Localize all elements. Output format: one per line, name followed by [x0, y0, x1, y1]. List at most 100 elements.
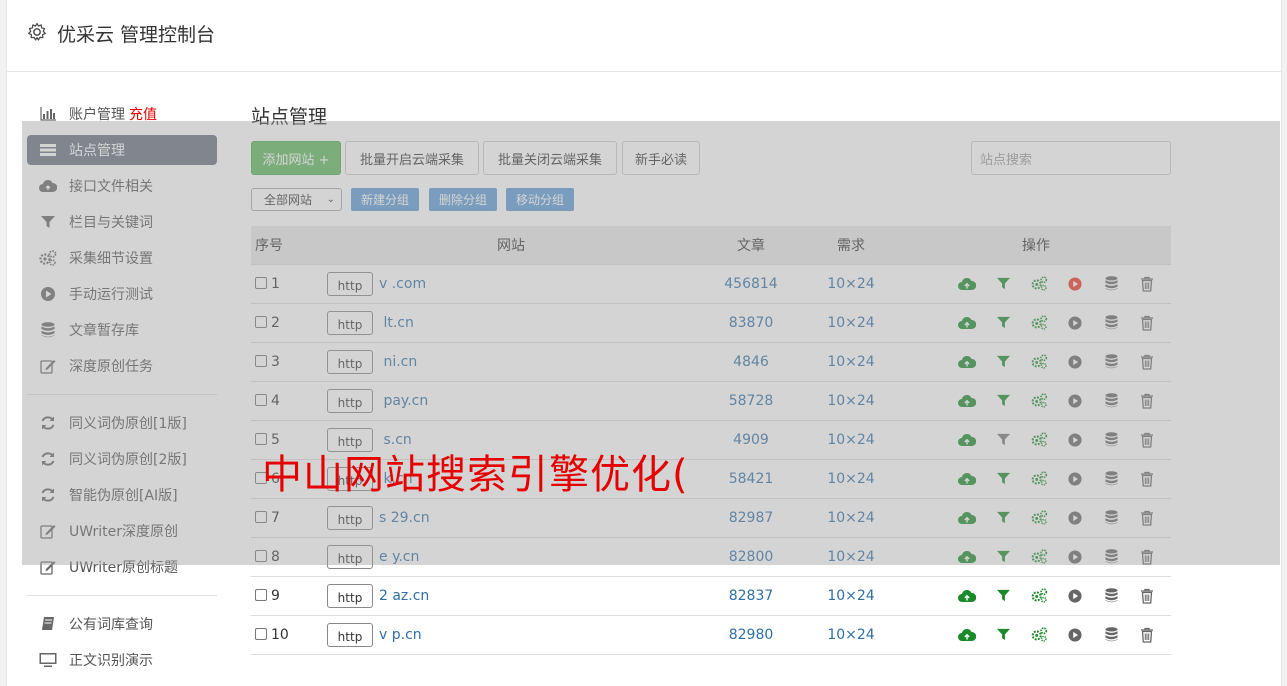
cloud-upload-icon[interactable] — [949, 472, 985, 486]
cloud-upload-icon[interactable] — [949, 550, 985, 564]
row-checkbox[interactable] — [255, 393, 267, 406]
database-icon[interactable] — [1093, 315, 1129, 330]
sidebar-item-columns-keywords[interactable]: 栏目与关键词 — [27, 204, 217, 240]
site-link[interactable]: s 29.cn — [379, 510, 430, 526]
filter-icon[interactable] — [985, 550, 1021, 563]
filter-icon[interactable] — [985, 394, 1021, 407]
trash-icon[interactable] — [1129, 315, 1165, 331]
cloud-upload-icon[interactable] — [949, 589, 985, 603]
article-count[interactable]: 82987 — [701, 498, 801, 538]
database-icon[interactable] — [1093, 510, 1129, 525]
database-icon[interactable] — [1093, 393, 1129, 408]
protocol-badge[interactable]: http — [327, 544, 373, 569]
need-value[interactable]: 10×24 — [801, 342, 901, 382]
sidebar-item-uwriter-title[interactable]: UWriter原创标题 — [27, 549, 217, 585]
protocol-badge[interactable]: http — [327, 310, 373, 335]
need-value[interactable]: 10×24 — [801, 615, 901, 655]
filter-icon[interactable] — [985, 316, 1021, 329]
trash-icon[interactable] — [1129, 393, 1165, 409]
site-search-input[interactable]: 站点搜索 — [971, 141, 1171, 175]
article-count[interactable]: 82837 — [701, 576, 801, 616]
cogs-icon[interactable] — [1021, 471, 1057, 486]
article-count[interactable]: 58421 — [701, 459, 801, 499]
cogs-icon[interactable] — [1021, 549, 1057, 564]
database-icon[interactable] — [1093, 354, 1129, 369]
filter-icon[interactable] — [985, 511, 1021, 524]
trash-icon[interactable] — [1129, 354, 1165, 370]
row-checkbox[interactable] — [255, 510, 267, 523]
cloud-upload-icon[interactable] — [949, 511, 985, 525]
protocol-badge[interactable]: http — [327, 349, 373, 374]
play-icon[interactable] — [1057, 276, 1093, 291]
sidebar-item-account[interactable]: 账户管理 充值 — [27, 96, 217, 132]
sidebar-item-manual-run[interactable]: 手动运行测试 — [27, 276, 217, 312]
need-value[interactable]: 10×24 — [801, 459, 901, 499]
filter-icon[interactable] — [985, 589, 1021, 602]
database-icon[interactable] — [1093, 588, 1129, 603]
article-count[interactable]: 82800 — [701, 537, 801, 577]
need-value[interactable]: 10×24 — [801, 537, 901, 577]
trash-icon[interactable] — [1129, 432, 1165, 448]
trash-icon[interactable] — [1129, 510, 1165, 526]
cloud-upload-icon[interactable] — [949, 316, 985, 330]
article-count[interactable]: 82980 — [701, 615, 801, 655]
cloud-upload-icon[interactable] — [949, 277, 985, 291]
cogs-icon[interactable] — [1021, 432, 1057, 447]
article-count[interactable]: 4846 — [701, 342, 801, 382]
filter-icon[interactable] — [985, 277, 1021, 290]
move-group-button[interactable]: 移动分组 — [506, 188, 574, 211]
trash-icon[interactable] — [1129, 471, 1165, 487]
trash-icon[interactable] — [1129, 588, 1165, 604]
cogs-icon[interactable] — [1021, 393, 1057, 408]
protocol-badge[interactable]: http — [327, 388, 373, 413]
site-link[interactable]: pay.cn — [379, 393, 428, 409]
site-link[interactable]: 2 az.cn — [379, 588, 429, 604]
cogs-icon[interactable] — [1021, 315, 1057, 330]
site-link[interactable]: v .com — [379, 276, 426, 292]
batch-open-cloud-button[interactable]: 批量开启云端采集 — [345, 141, 479, 175]
protocol-badge[interactable]: http — [327, 271, 373, 296]
play-icon[interactable] — [1057, 471, 1093, 486]
newbie-guide-button[interactable]: 新手必读 — [622, 141, 700, 175]
site-link[interactable]: ni.cn — [379, 354, 417, 370]
play-icon[interactable] — [1057, 510, 1093, 525]
filter-icon[interactable] — [985, 355, 1021, 368]
play-icon[interactable] — [1057, 315, 1093, 330]
row-checkbox[interactable] — [255, 588, 267, 601]
database-icon[interactable] — [1093, 627, 1129, 642]
filter-icon[interactable] — [985, 472, 1021, 485]
article-count[interactable]: 58728 — [701, 381, 801, 421]
sidebar-item-ai-original[interactable]: 智能伪原创[AI版] — [27, 477, 217, 513]
recharge-link[interactable]: 充值 — [129, 104, 157, 124]
protocol-badge[interactable]: http — [327, 505, 373, 530]
cogs-icon[interactable] — [1021, 588, 1057, 603]
cloud-upload-icon[interactable] — [949, 355, 985, 369]
play-icon[interactable] — [1057, 393, 1093, 408]
article-count[interactable]: 83870 — [701, 303, 801, 343]
play-icon[interactable] — [1057, 588, 1093, 603]
sidebar-item-collect-settings[interactable]: 采集细节设置 — [27, 240, 217, 276]
filter-icon[interactable] — [985, 628, 1021, 641]
trash-icon[interactable] — [1129, 276, 1165, 292]
play-icon[interactable] — [1057, 549, 1093, 564]
filter-icon[interactable] — [985, 433, 1021, 446]
protocol-badge[interactable]: http — [327, 622, 373, 647]
delete-group-button[interactable]: 删除分组 — [429, 188, 497, 211]
cogs-icon[interactable] — [1021, 354, 1057, 369]
need-value[interactable]: 10×24 — [801, 420, 901, 460]
need-value[interactable]: 10×24 — [801, 498, 901, 538]
sidebar-item-article-storage[interactable]: 文章暂存库 — [27, 312, 217, 348]
need-value[interactable]: 10×24 — [801, 576, 901, 616]
row-checkbox[interactable] — [255, 549, 267, 562]
article-count[interactable]: 4909 — [701, 420, 801, 460]
sidebar-item-site-management[interactable]: 站点管理 — [27, 135, 217, 165]
database-icon[interactable] — [1093, 471, 1129, 486]
batch-close-cloud-button[interactable]: 批量关闭云端采集 — [483, 141, 617, 175]
sidebar-item-text-recognition-demo[interactable]: 正文识别演示 — [27, 642, 217, 678]
site-link[interactable]: e y.cn — [379, 549, 419, 565]
row-checkbox[interactable] — [255, 276, 267, 289]
database-icon[interactable] — [1093, 549, 1129, 564]
group-select[interactable]: 全部网站 ⌄ — [251, 188, 342, 211]
protocol-badge[interactable]: http — [327, 583, 373, 608]
cloud-upload-icon[interactable] — [949, 628, 985, 642]
